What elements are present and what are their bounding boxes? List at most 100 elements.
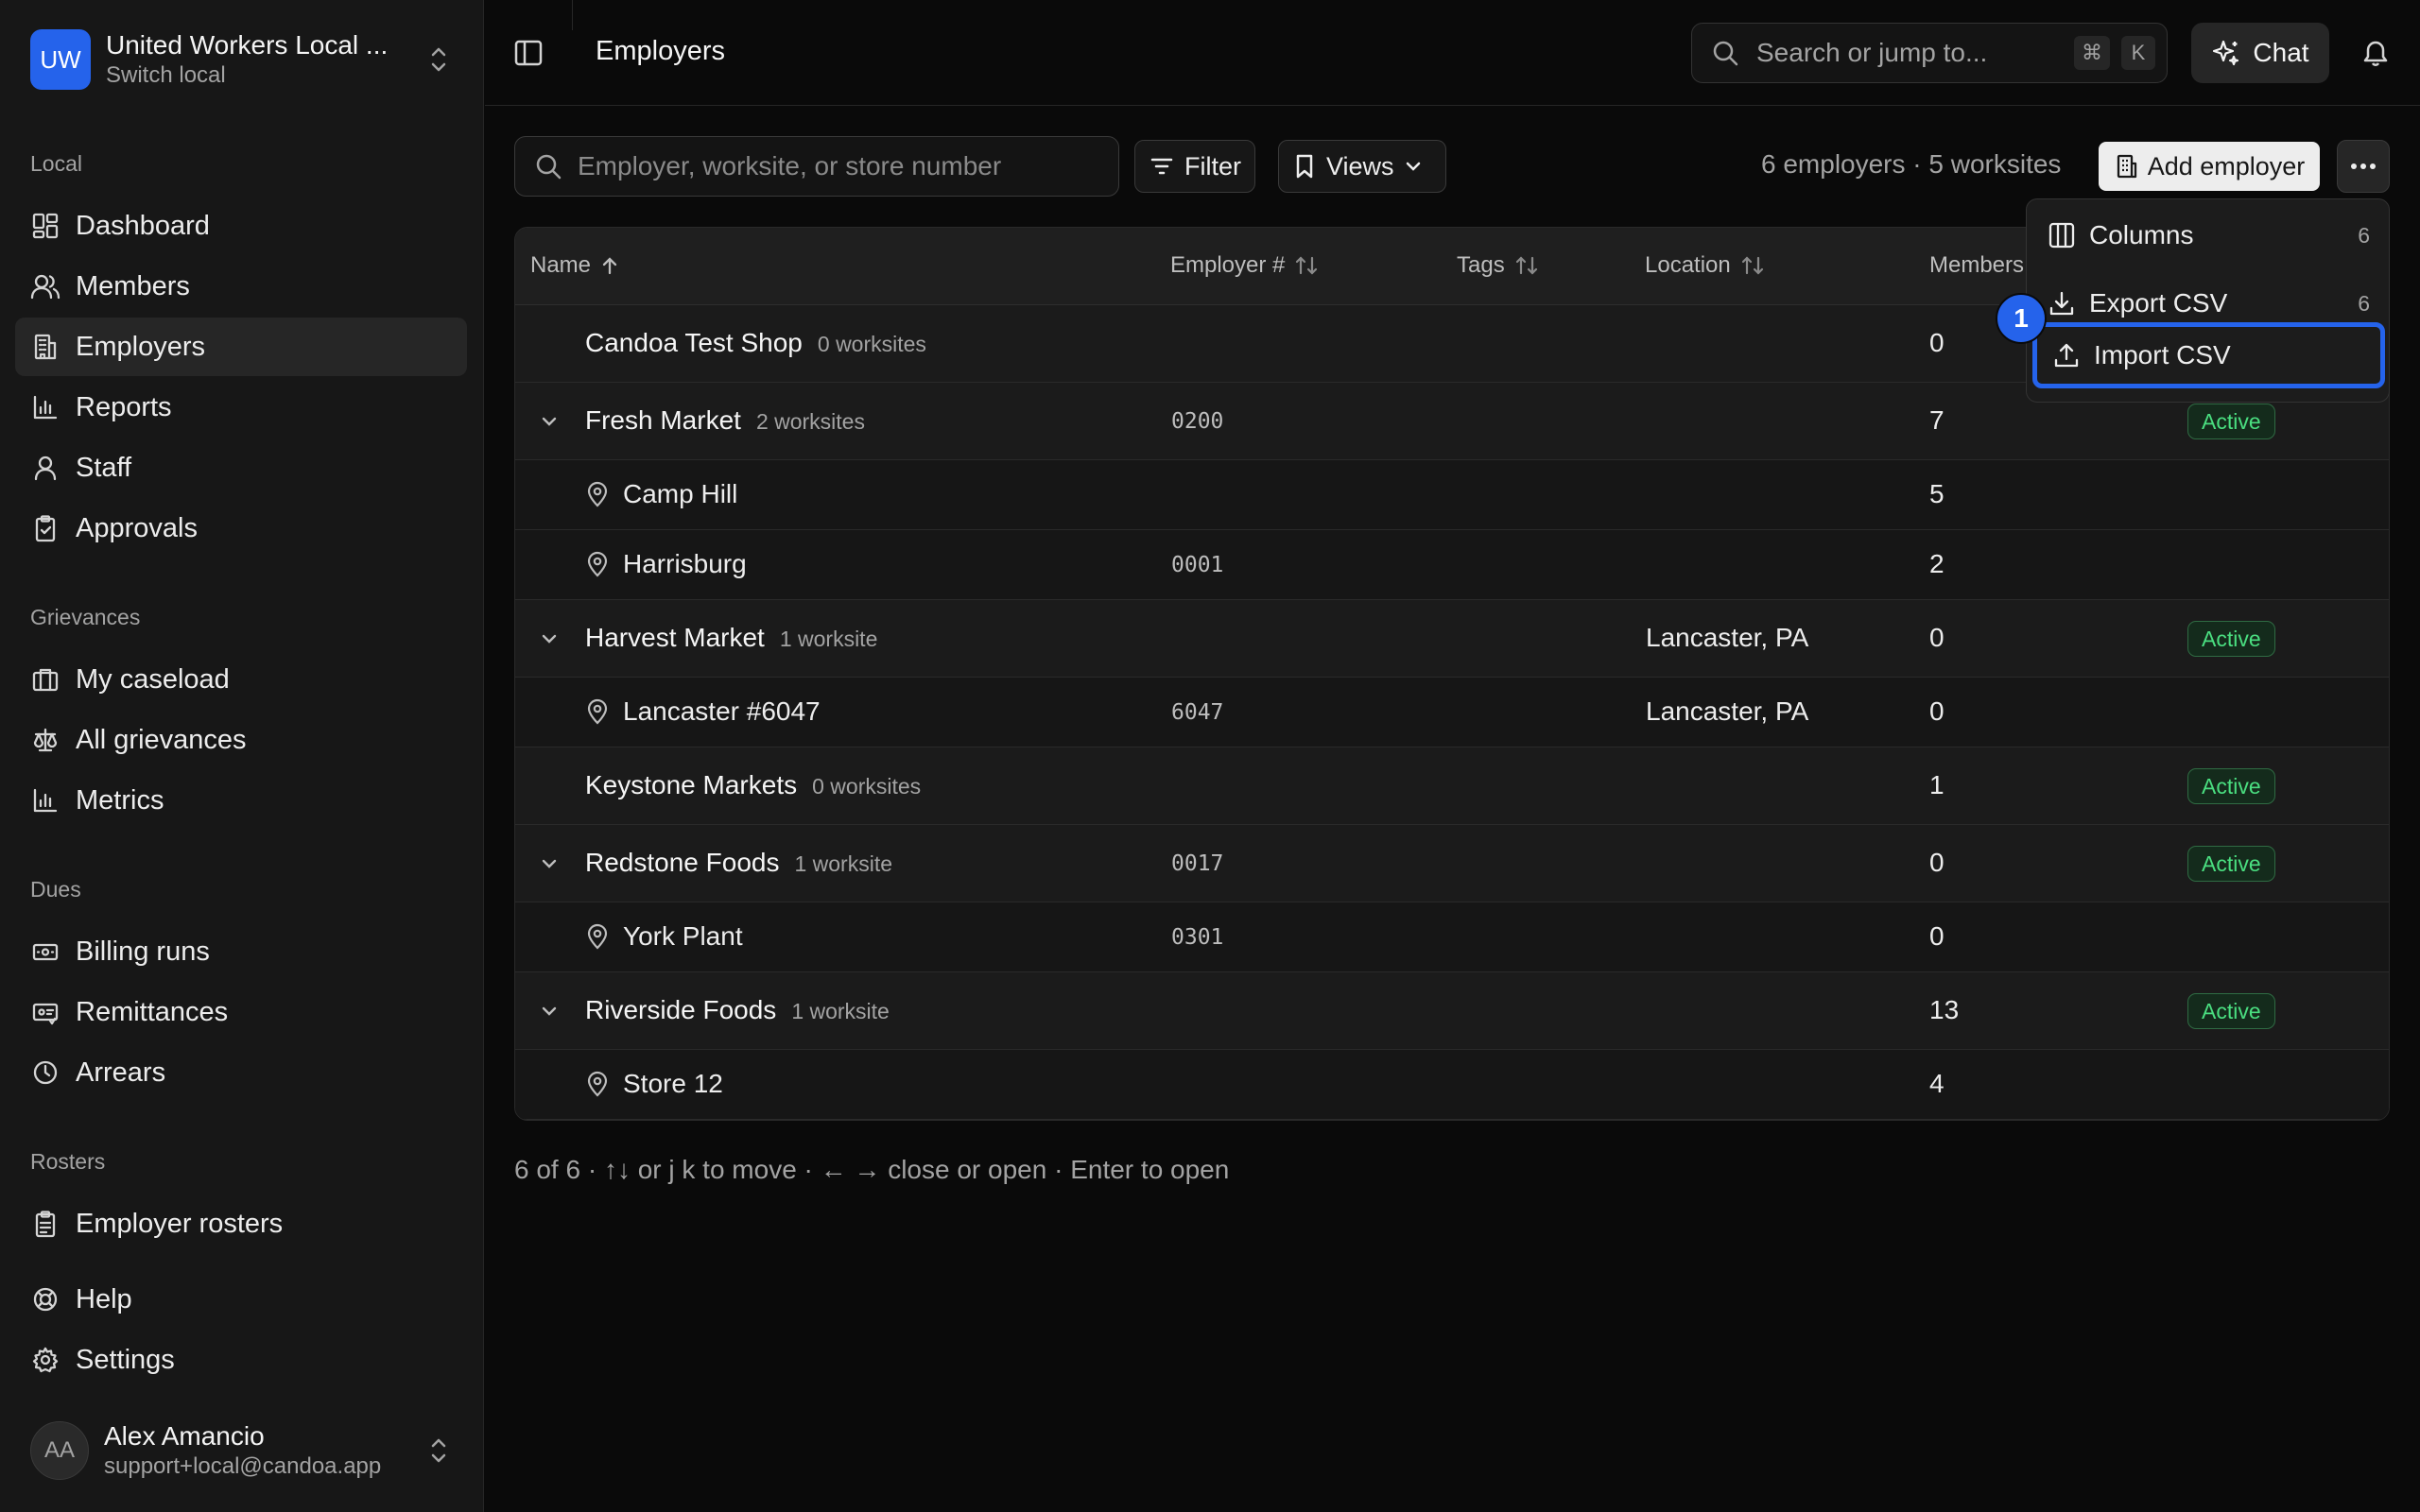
map-pin-icon [585, 551, 610, 577]
employer-row[interactable]: Riverside Foods 1 worksite 13 Active [515, 972, 2389, 1050]
worksite-count: 1 worksite [779, 627, 878, 651]
user-name: Alex Amancio [104, 1421, 265, 1451]
status-badge: Active [2187, 993, 2275, 1029]
sidebar-item-dashboard[interactable]: Dashboard [15, 197, 467, 255]
more-options-button[interactable] [2337, 140, 2390, 193]
members-count: 0 [1929, 921, 1945, 951]
sidebar-item-help[interactable]: Help [15, 1270, 467, 1329]
sort-icon [1731, 254, 1765, 277]
filter-label: Filter [1184, 151, 1241, 180]
column-header-location[interactable]: Location [1645, 252, 1765, 279]
worksite-row[interactable]: Camp Hill 5 [515, 460, 2389, 530]
chat-button[interactable]: Chat [2191, 23, 2329, 83]
clipboard-list-icon [30, 1209, 60, 1239]
views-button[interactable]: Views [1278, 140, 1446, 193]
sidebar-item-members[interactable]: Members [15, 257, 467, 316]
location-cell: Lancaster, PA [1646, 623, 1809, 652]
user-menu[interactable]: AA Alex Amancio support+local@candoa.app [30, 1419, 454, 1482]
worksite-row[interactable]: Store 12 4 [515, 1050, 2389, 1120]
column-header-tags[interactable]: Tags [1457, 252, 1539, 279]
sidebar-section-label: Grievances [30, 605, 141, 629]
more-horizontal-icon [2350, 162, 2377, 171]
members-count: 0 [1929, 623, 1945, 652]
employer-row[interactable]: Keystone Markets 0 worksites 1 Active [515, 747, 2389, 825]
members-count: 13 [1929, 995, 1960, 1024]
global-search[interactable]: Search or jump to... ⌘ K [1691, 23, 2168, 83]
column-header-members[interactable]: Members [1929, 252, 2024, 279]
chevron-down-icon[interactable] [534, 406, 564, 437]
worksite-name: Camp Hill [623, 479, 738, 508]
worksite-name: York Plant [623, 921, 743, 951]
worksite-count: 2 worksites [755, 409, 865, 434]
sidebar-item-metrics[interactable]: Metrics [15, 771, 467, 830]
sidebar-toggle-icon[interactable] [513, 38, 544, 68]
search-icon [1711, 39, 1739, 67]
sidebar-item-employers[interactable]: Employers [15, 318, 467, 376]
employer-name: Keystone Markets [585, 770, 798, 799]
worksite-name-cell: Store 12 [585, 1069, 723, 1099]
menu-item-import-csv-label: Import CSV [2094, 340, 2231, 369]
org-switcher[interactable]: UW United Workers Local ... Switch local [30, 28, 454, 91]
chevron-down-icon[interactable] [534, 849, 564, 879]
global-search-placeholder: Search or jump to... [1756, 38, 1988, 67]
chevron-down-icon[interactable] [534, 996, 564, 1026]
members-icon [30, 271, 60, 301]
worksite-count: 0 worksites [817, 332, 926, 356]
employer-name-cell: Riverside Foods 1 worksite [585, 995, 890, 1025]
sidebar-item-all-grievances[interactable]: All grievances [15, 711, 467, 769]
worksite-name: Lancaster #6047 [623, 696, 821, 726]
chevron-down-icon[interactable] [534, 624, 564, 654]
employer-search-input[interactable]: Employer, worksite, or store number [514, 136, 1119, 197]
employer-name: Redstone Foods [585, 848, 780, 877]
menu-item-columns[interactable]: Columns 6 [2027, 209, 2389, 262]
org-switch-label: Switch local [106, 62, 226, 88]
employer-number: 0200 [1171, 409, 1224, 434]
avatar: AA [30, 1421, 89, 1480]
sidebar-item-label: Employer rosters [76, 1208, 284, 1239]
sidebar-item-my-caseload[interactable]: My caseload [15, 650, 467, 709]
sidebar-item-label: Metrics [76, 784, 164, 816]
column-header-name[interactable]: Name [530, 252, 619, 279]
column-header-employer-number[interactable]: Employer # [1170, 252, 1319, 279]
add-employer-button[interactable]: Add employer [2099, 142, 2320, 191]
clipboard-check-icon [30, 513, 60, 543]
employer-name-cell: Keystone Markets 0 worksites [585, 770, 921, 800]
user-email: support+local@candoa.app [104, 1453, 382, 1479]
sidebar-section-label: Dues [30, 877, 81, 902]
column-employer-number-label: Employer # [1170, 252, 1286, 278]
sidebar-item-settings[interactable]: Settings [15, 1331, 467, 1389]
employer-name-cell: Fresh Market 2 worksites [585, 405, 865, 436]
worksite-name: Harrisburg [623, 549, 747, 578]
employer-row[interactable]: Harvest Market 1 worksite Lancaster, PA 0 Ac… [515, 600, 2389, 678]
divider [572, 0, 573, 30]
sidebar-item-arrears[interactable]: Arrears [15, 1043, 467, 1102]
status-badge: Active [2187, 404, 2275, 439]
menu-item-import-csv[interactable]: Import CSV [2032, 322, 2385, 388]
sidebar-item-employer-rosters[interactable]: Employer rosters [15, 1194, 467, 1253]
views-label: Views [1326, 151, 1394, 180]
filter-button[interactable]: Filter [1134, 140, 1255, 193]
more-options-menu: Columns 6 Export CSV 6 Import CSV [2026, 198, 2390, 403]
members-count: 0 [1929, 848, 1945, 877]
employer-name-cell: Candoa Test Shop 0 worksites [585, 328, 926, 358]
employer-row[interactable]: Redstone Foods 1 worksite 0017 0 Active [515, 825, 2389, 902]
worksite-row[interactable]: Lancaster #6047 6047 Lancaster, PA 0 [515, 678, 2389, 747]
sidebar-item-reports[interactable]: Reports [15, 378, 467, 437]
worksite-row[interactable]: York Plant 0301 0 [515, 902, 2389, 972]
members-count: 4 [1929, 1069, 1945, 1098]
employer-number: 0301 [1171, 925, 1224, 950]
dashboard-icon [30, 211, 60, 241]
sidebar-item-label: Dashboard [76, 210, 210, 241]
employer-name: Fresh Market [585, 405, 741, 435]
status-badge: Active [2187, 846, 2275, 882]
sidebar-item-remittances[interactable]: Remittances [15, 983, 467, 1041]
bell-icon[interactable] [2357, 34, 2394, 72]
worksite-row[interactable]: Harrisburg 0001 2 [515, 530, 2389, 600]
employer-number: 0001 [1171, 553, 1224, 577]
sidebar-item-approvals[interactable]: Approvals [15, 499, 467, 558]
menu-item-columns-count: 6 [2358, 222, 2370, 248]
sidebar-item-staff[interactable]: Staff [15, 438, 467, 497]
members-count: 0 [1929, 696, 1945, 726]
sidebar-item-billing-runs[interactable]: Billing runs [15, 922, 467, 981]
location-cell: Lancaster, PA [1646, 696, 1809, 726]
